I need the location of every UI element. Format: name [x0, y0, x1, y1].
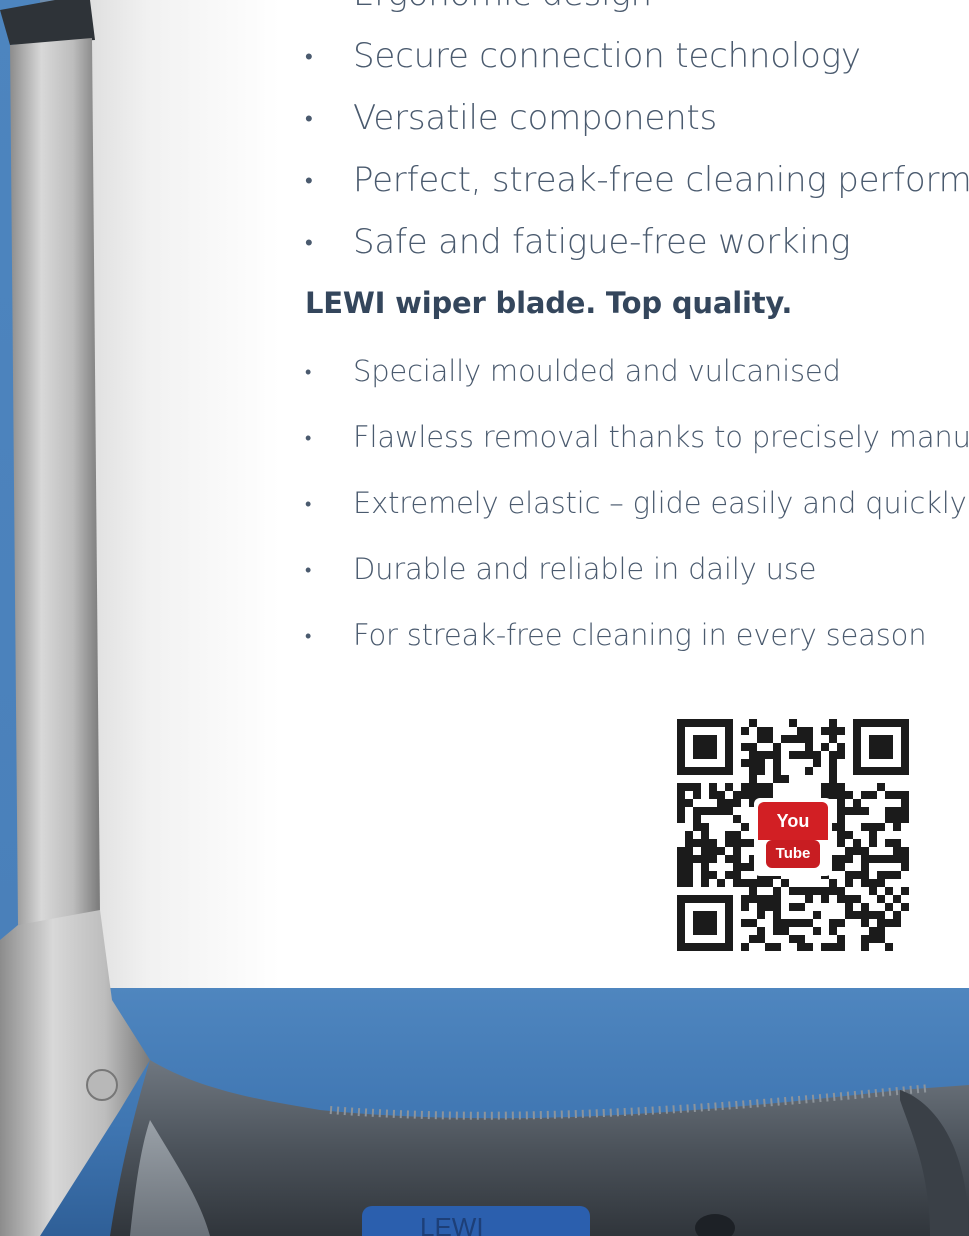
list-item: •Ergonomic design	[305, 0, 969, 25]
handle-screw	[86, 1069, 118, 1101]
youtube-qr-code[interactable]: You Tube	[668, 710, 918, 966]
product-page: LEWI •Ergonomic design •Secure connectio…	[0, 0, 969, 1236]
youtube-icon: You Tube	[754, 798, 832, 876]
feature-list: •Ergonomic design •Secure connection tec…	[305, 0, 969, 273]
youtube-badge-top: You	[758, 802, 828, 840]
section-heading: LEWI wiper blade. Top quality.	[305, 286, 793, 320]
list-item: • Flawless removal thanks to precisely ma…	[305, 420, 969, 454]
list-item: • Secure connection technology	[305, 36, 861, 76]
wiper-blade-list: • Specially moulded and vulcanised • Flawl…	[305, 338, 969, 668]
list-item: •Perfect, streak-free cleaning performan…	[305, 160, 969, 200]
list-item: • Specially moulded and vulcanised	[305, 354, 841, 388]
list-item: • For streak-free cleaning in every seaso…	[305, 618, 927, 652]
list-item: • Safe and fatigue-free working	[305, 222, 851, 262]
handle-cap	[0, 0, 95, 45]
list-item: • Extremely elastic – glide easily and qu…	[305, 486, 967, 520]
list-item: • Durable and reliable in daily use	[305, 552, 817, 586]
handle-tube	[10, 38, 100, 925]
youtube-badge-bottom: Tube	[766, 840, 820, 868]
list-item: • Versatile components	[305, 98, 718, 138]
svg-text:LEWI: LEWI	[420, 1212, 484, 1236]
